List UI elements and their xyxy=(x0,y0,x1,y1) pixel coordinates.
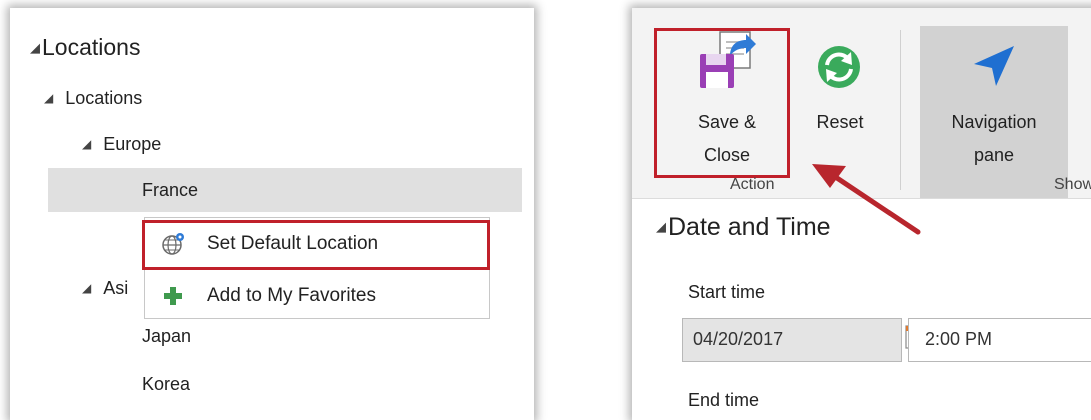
show-group-label: Show xyxy=(1054,176,1091,193)
navigation-pane-button[interactable]: Navigation pane xyxy=(920,26,1068,198)
tree-node-korea[interactable]: Korea xyxy=(142,374,190,395)
locations-section-label: Locations xyxy=(42,34,141,60)
collapse-triangle-icon[interactable]: ◢ xyxy=(44,91,53,105)
tree-node-locations[interactable]: ◢ Locations xyxy=(44,88,142,109)
tree-node-france[interactable]: France xyxy=(142,180,198,201)
tree-node-label: Korea xyxy=(142,374,191,394)
tree-node-asia[interactable]: ◢ Asi xyxy=(82,278,128,299)
menu-item-label: Add to My Favorites xyxy=(207,285,376,306)
tree-node-label: Europe xyxy=(103,134,162,154)
plus-icon xyxy=(164,287,182,305)
locations-section-header[interactable]: ◢Locations xyxy=(30,34,140,61)
collapse-triangle-icon[interactable]: ◢ xyxy=(82,281,91,295)
navigation-pane-label: Navigation pane xyxy=(951,112,1037,165)
tree-node-label: France xyxy=(142,180,199,200)
tree-node-europe[interactable]: ◢ Europe xyxy=(82,134,161,155)
highlight-box xyxy=(142,220,490,270)
locations-panel: ◢Locations ◢ Locations ◢ Europe France ◢ As… xyxy=(10,8,534,420)
start-date-field[interactable]: 04/20/2017 xyxy=(682,318,902,362)
action-group-label: Action xyxy=(730,176,775,193)
start-time-field[interactable]: 2:00 PM xyxy=(908,318,1091,362)
reset-icon xyxy=(818,46,860,88)
navigation-arrow-icon xyxy=(974,46,1014,86)
tree-node-japan[interactable]: Japan xyxy=(142,326,191,347)
start-time-label: Start time xyxy=(688,282,766,302)
end-time-label: End time xyxy=(688,390,760,410)
save-close-button[interactable] xyxy=(654,28,790,178)
annotation-arrow xyxy=(812,164,921,235)
tree-node-label: Locations xyxy=(65,88,143,108)
collapse-triangle-icon[interactable]: ◢ xyxy=(82,137,91,151)
reset-button[interactable]: Reset xyxy=(800,106,880,139)
collapse-triangle-icon[interactable]: ◢ xyxy=(656,219,666,235)
tree-node-label: Asi xyxy=(103,278,129,298)
tree-row-selected[interactable] xyxy=(48,168,522,212)
collapse-triangle-icon[interactable]: ◢ xyxy=(30,40,40,56)
menu-item-add-to-favorites[interactable]: Add to My Favorites xyxy=(145,274,489,318)
tree-node-label: Japan xyxy=(142,326,192,346)
